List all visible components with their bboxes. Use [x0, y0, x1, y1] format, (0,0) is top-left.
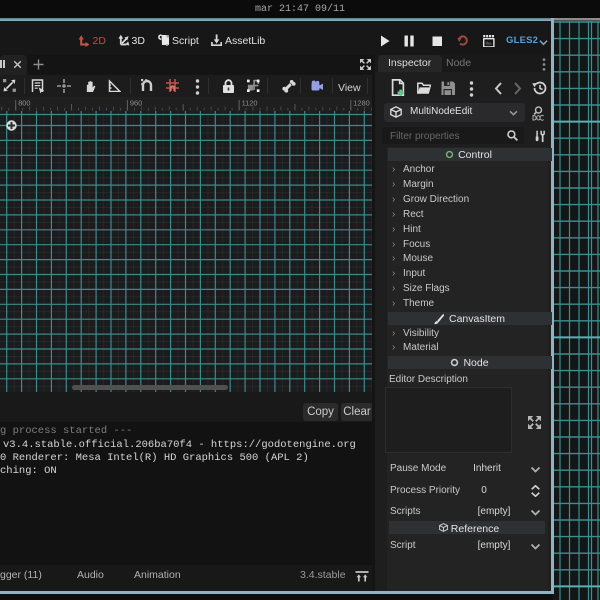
svg-text:1280: 1280 [353, 99, 369, 108]
svg-text:1120: 1120 [242, 99, 258, 108]
svg-text:960: 960 [130, 99, 142, 108]
svg-text:800: 800 [18, 99, 30, 108]
